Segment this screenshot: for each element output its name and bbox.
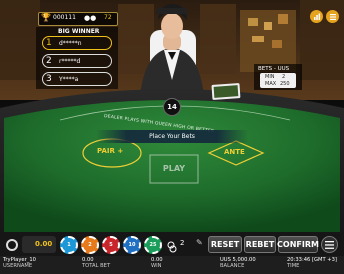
hamburger-icon <box>325 240 334 249</box>
players-count: 72 <box>104 14 112 21</box>
chip-1-value: 1 <box>67 242 71 248</box>
chip-25-value: 25 <box>149 242 157 248</box>
bets-title: BETS - UUS <box>258 66 290 72</box>
username-label: USERNAME <box>3 263 33 269</box>
trophy-icon: 🏆 <box>41 13 51 22</box>
chip-2[interactable]: 2 <box>81 236 99 254</box>
winner-row-2: 2 r*****d <box>42 54 112 68</box>
min-value: 2 <box>282 74 286 80</box>
winner-name-1: d*****n <box>59 40 82 47</box>
menu-icon[interactable] <box>326 10 339 23</box>
total-bet-label: TOTAL BET <box>82 263 111 269</box>
ante-spot[interactable]: ANTE <box>209 141 263 165</box>
double-count: 2 <box>180 239 185 247</box>
winner-rank-3: 3 <box>46 74 52 84</box>
time-label: TIME <box>287 263 300 269</box>
max-value: 250 <box>280 81 290 87</box>
winner-name-2: r*****d <box>59 58 81 65</box>
pair-plus-label: PAIR + <box>97 147 124 155</box>
confirm-button[interactable]: CONFIRM <box>277 236 319 253</box>
play-spot[interactable]: PLAY <box>150 155 198 183</box>
big-winner-title: BIG WINNER <box>58 28 100 35</box>
bets-limits-panel: BETS - UUS MIN 2 MAX 250 <box>254 64 302 90</box>
win-label: WIN <box>151 263 162 269</box>
winner-rank-1: 1 <box>46 38 52 48</box>
chip-1[interactable]: 1 <box>60 236 78 254</box>
ante-label: ANTE <box>224 148 245 156</box>
chip-10[interactable]: 10 <box>123 236 141 254</box>
winner-row-3: 3 Y****a <box>42 72 112 86</box>
balance-display: 0.00 <box>22 236 56 253</box>
chip-10-value: 10 <box>128 242 136 248</box>
play-label: PLAY <box>162 164 186 173</box>
round-counter: 14 <box>163 98 181 116</box>
double-bet-icon[interactable] <box>167 238 177 253</box>
rebet-button[interactable]: REBET <box>244 236 276 253</box>
chip-5[interactable]: 5 <box>102 236 120 254</box>
round-number: 14 <box>167 103 177 111</box>
reset-button[interactable]: RESET <box>208 236 242 253</box>
settings-gear-icon[interactable] <box>6 239 18 251</box>
bets-limits-box: MIN 2 MAX 250 <box>260 73 296 88</box>
card-deck <box>211 83 241 100</box>
winner-rank-2: 2 <box>46 56 52 66</box>
players-icon: ●● <box>84 14 97 22</box>
balance-label: BALANCE <box>220 263 245 269</box>
chip-2-value: 2 <box>88 242 92 248</box>
counter-value: 000111 <box>53 14 76 21</box>
winner-name-3: Y****a <box>59 76 79 83</box>
min-label: MIN <box>265 74 275 80</box>
winner-row-1: 1 d*****n <box>42 36 112 50</box>
chart-icon[interactable] <box>310 10 323 23</box>
undo-icon[interactable]: ✎ <box>196 238 206 250</box>
max-label: MAX <box>265 81 277 87</box>
menu-button[interactable] <box>321 236 338 253</box>
pair-plus-spot[interactable]: PAIR + <box>83 139 141 167</box>
balance-display-value: 0.00 <box>35 240 53 248</box>
chip-5-value: 5 <box>109 242 113 248</box>
chip-25[interactable]: 25 <box>144 236 162 254</box>
